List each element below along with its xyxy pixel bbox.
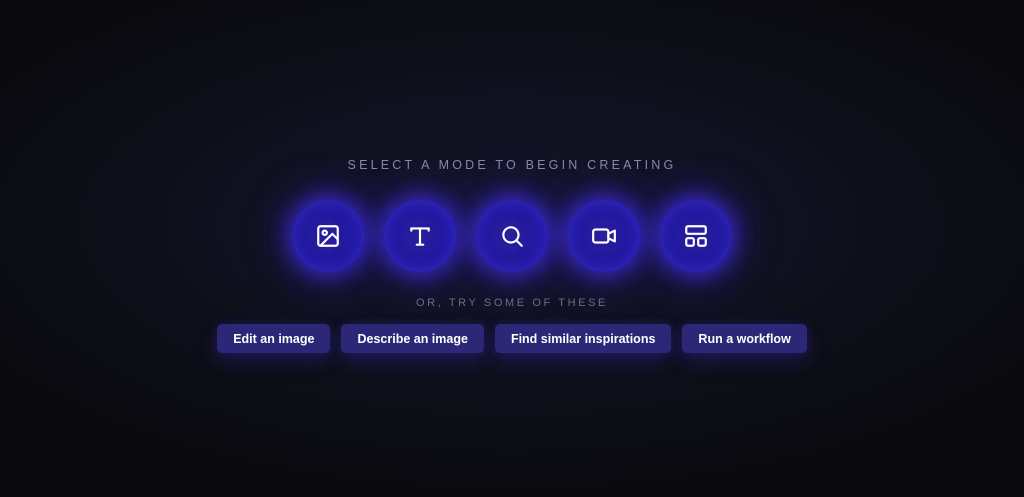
- mode-buttons: [0, 200, 1024, 272]
- mode-selector-screen: SELECT A MODE TO BEGIN CREATING OR, TRY …: [0, 0, 1024, 497]
- suggestions-heading: OR, TRY SOME OF THESE: [416, 297, 608, 309]
- layout-icon: [685, 225, 707, 247]
- image-icon: [317, 225, 339, 247]
- page-title: SELECT A MODE TO BEGIN CREATING: [347, 158, 677, 172]
- video-icon: [592, 228, 616, 244]
- video-mode-button[interactable]: [568, 200, 640, 272]
- run-workflow-chip[interactable]: Run a workflow: [682, 324, 807, 353]
- image-mode-button[interactable]: [292, 200, 364, 272]
- text-icon: [410, 227, 430, 246]
- text-mode-button[interactable]: [384, 200, 456, 272]
- edit-image-chip[interactable]: Edit an image: [217, 324, 331, 353]
- search-icon: [502, 226, 523, 247]
- search-mode-button[interactable]: [476, 200, 548, 272]
- suggestion-chips: Edit an image Describe an image Find sim…: [0, 324, 1024, 353]
- workflow-mode-button[interactable]: [660, 200, 732, 272]
- describe-image-chip[interactable]: Describe an image: [341, 324, 484, 353]
- find-similar-chip[interactable]: Find similar inspirations: [494, 324, 672, 353]
